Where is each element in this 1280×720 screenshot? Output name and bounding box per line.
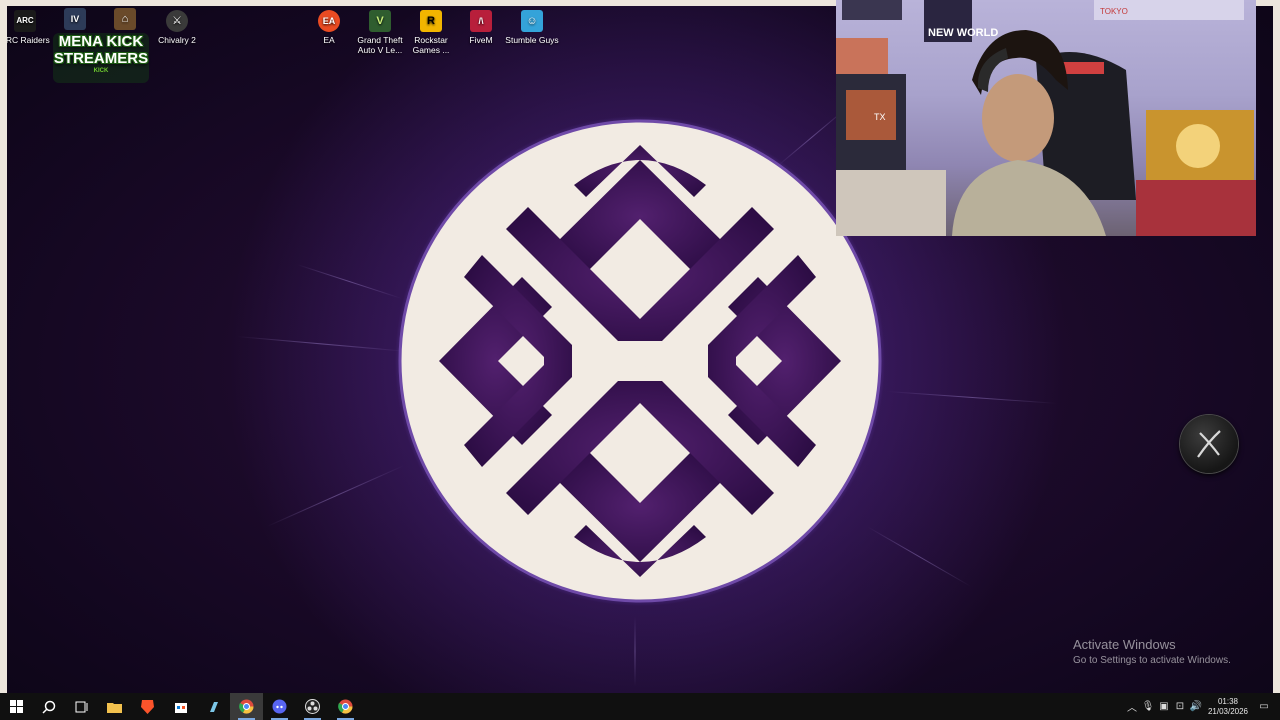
chrome-button[interactable] [230, 693, 263, 720]
poster-text: NEW WORLD [928, 27, 998, 39]
desktop-icon-chivalry-2[interactable]: ⚔ Chivalry 2 [149, 10, 205, 45]
webcam-scene: NEW WORLD TOKYO TX [836, 0, 1256, 236]
desktop-icon-game[interactable]: ⌂ [97, 8, 153, 33]
desktop-icon-label: Rockstar Games ... [412, 35, 450, 55]
activate-subtitle: Go to Settings to activate Windows. [1073, 655, 1231, 666]
taskbar: ︿ 🎙 ▣ ⊡ 🔊 01:38 21/03/2026 ▭ [0, 693, 1280, 720]
microphone-icon[interactable]: 🎙 [1140, 701, 1156, 712]
task-view-icon [75, 701, 87, 712]
desktop-icon-ea[interactable]: EA EA [301, 10, 357, 45]
chrome-2-button[interactable] [329, 693, 362, 720]
brave-icon [141, 700, 154, 714]
x-glyph-icon [1197, 430, 1221, 458]
desktop-icon-rockstar[interactable]: R Rockstar Games ... [403, 10, 459, 55]
mena-kick-streamers-logo: MENA KICK STREAMERS KICK [53, 33, 149, 83]
clock[interactable]: 01:38 21/03/2026 [1208, 697, 1248, 717]
task-view-button[interactable] [65, 693, 98, 720]
start-button[interactable] [0, 693, 32, 720]
ea-icon: EA [318, 10, 340, 32]
discord-button[interactable] [263, 693, 296, 720]
search-button[interactable] [32, 693, 65, 720]
arc-raiders-icon: ARC [14, 10, 36, 32]
light-ray [634, 616, 636, 687]
desktop-icon-stumble-guys[interactable]: ☺ Stumble Guys [504, 10, 560, 45]
app-icon [209, 701, 218, 712]
brave-button[interactable] [131, 693, 164, 720]
chevron-up-icon[interactable]: ︿ [1124, 699, 1140, 714]
discord-icon [272, 699, 287, 714]
chrome-icon [338, 699, 353, 714]
windows-icon [9, 700, 23, 713]
x-app-floating-icon[interactable] [1180, 415, 1238, 473]
activate-windows-watermark: Activate Windows Go to Settings to activ… [1073, 637, 1231, 668]
chrome-icon [239, 699, 254, 714]
store-icon [174, 702, 187, 713]
file-explorer-button[interactable] [98, 693, 131, 720]
folder-icon [107, 702, 122, 713]
wallpaper-emblem [395, 116, 885, 606]
desktop-icon-label: Grand Theft Auto V Le... [357, 35, 403, 55]
store-button[interactable] [164, 693, 197, 720]
webcam-overlay: NEW WORLD TOKYO TX [836, 0, 1256, 236]
desktop-icon-label: Stumble Guys [505, 35, 559, 45]
app-button[interactable] [197, 693, 230, 720]
game-icon: ⌂ [114, 8, 136, 30]
obs-button[interactable] [296, 693, 329, 720]
desktop-icon-label: ARC Raiders [7, 35, 50, 45]
desktop-icon-label: FiveM [469, 35, 493, 45]
desktop-icon-label: EA [323, 35, 335, 45]
gta-v-icon: V [369, 10, 391, 32]
desktop-icon-gta-v[interactable]: V Grand Theft Auto V Le... [352, 10, 408, 55]
pc-text: TX [874, 112, 886, 122]
gta-iv-icon: IV [64, 8, 86, 30]
light-ray [266, 465, 405, 527]
fivem-icon: /\ [470, 10, 492, 32]
desktop-icon-gta-iv[interactable]: IV [47, 8, 103, 33]
rockstar-icon: R [420, 10, 442, 32]
shelf-text: TOKYO [1100, 7, 1128, 16]
volume-icon[interactable]: 🔊 [1188, 701, 1204, 712]
desktop-icon-label: Chivalry 2 [158, 35, 196, 45]
logo-line-2: STREAMERS [53, 50, 149, 67]
light-ray [236, 336, 407, 352]
system-tray: ︿ 🎙 ▣ ⊡ 🔊 01:38 21/03/2026 ▭ [1124, 693, 1280, 720]
logo-line-1: MENA KICK [58, 33, 144, 50]
search-icon [41, 700, 55, 714]
light-ray [296, 264, 402, 299]
network-icon[interactable]: ⊡ [1172, 701, 1188, 712]
stumble-guys-icon: ☺ [521, 10, 543, 32]
clock-time: 01:38 [1217, 696, 1238, 706]
obs-icon [305, 699, 320, 714]
desktop-icon-fivem[interactable]: /\ FiveM [453, 10, 509, 45]
chivalry-icon: ⚔ [166, 10, 188, 32]
clock-date: 21/03/2026 [1207, 706, 1248, 716]
display-icon[interactable]: ▣ [1156, 701, 1172, 712]
logo-sub: KICK [93, 68, 109, 74]
light-ray [886, 391, 1057, 404]
activate-title: Activate Windows [1073, 637, 1176, 652]
notifications-icon[interactable]: ▭ [1256, 701, 1272, 712]
